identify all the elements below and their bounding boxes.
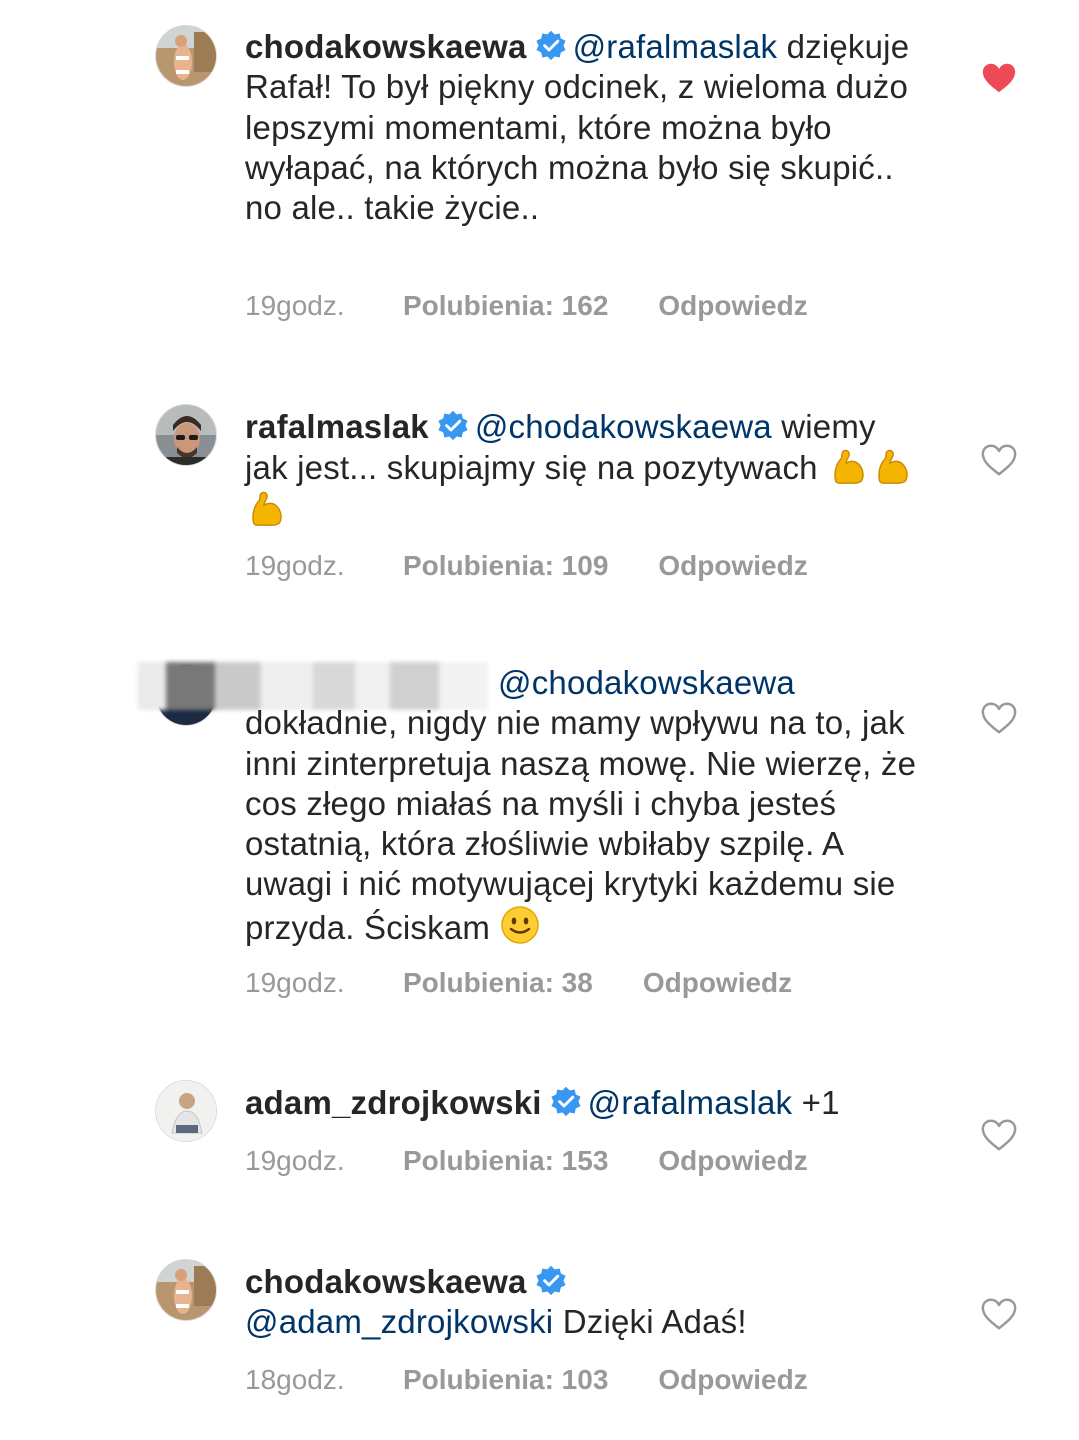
comment-time: 18godz. [245,1364,345,1395]
flexed-biceps-emoji [871,447,915,485]
avatar[interactable] [155,25,217,87]
avatar[interactable] [155,1259,217,1321]
comment-body: Dzięki Adaś! [562,1303,747,1341]
heart-filled-icon[interactable] [980,60,1018,96]
likes-count-button[interactable]: Polubienia: 109 [403,550,608,582]
likes-count-button[interactable]: Polubienia: 153 [403,1145,608,1177]
comment-time: 19godz. [245,290,345,321]
comment-meta: 19godz. Polubienia: 38 Odpowiedz [245,967,792,999]
comment-username[interactable]: chodakowskaewa [245,1263,527,1300]
verified-badge-icon [535,30,567,62]
heart-outline-icon[interactable] [980,1117,1018,1153]
comment-meta: 19godz. Polubienia: 162 Odpowiedz [245,290,808,322]
avatar[interactable] [155,1080,217,1142]
mention-link[interactable]: @adam_zdrojkowski [245,1303,553,1340]
verified-badge-icon [437,410,469,442]
comment-meta: 18godz. Polubienia: 103 Odpowiedz [245,1364,808,1396]
mention-link[interactable]: @rafalmaslak [588,1084,793,1121]
mention-link[interactable]: @chodakowskaewa [475,408,772,445]
verified-badge-icon [550,1086,582,1118]
flexed-biceps-emoji [827,447,871,485]
comment-body: +1 [801,1084,840,1121]
reply-button[interactable]: Odpowiedz [658,550,807,582]
heart-outline-icon[interactable] [980,442,1018,478]
comment-text: rafalmaslak @chodakowskaewa wiemy jak jes… [245,407,925,530]
comment-time: 19godz. [245,967,345,998]
comment-username[interactable]: adam_zdrojkowski [245,1084,542,1121]
comment-meta: 19godz. Polubienia: 153 Odpowiedz [245,1145,808,1177]
heart-outline-icon[interactable] [980,700,1018,736]
likes-count-button[interactable]: Polubienia: 162 [403,290,608,322]
flexed-biceps-emoji [245,489,289,527]
slightly-smiling-face-emoji [499,905,541,945]
avatar[interactable] [155,404,217,466]
likes-count-button[interactable]: Polubienia: 38 [403,967,593,999]
heart-outline-icon[interactable] [980,1296,1018,1332]
comment-time: 19godz. [245,1145,345,1176]
comment-username[interactable]: rafalmaslak [245,408,429,445]
comment-text: adam_zdrojkowski @rafalmaslak +1 [245,1083,925,1123]
mention-link[interactable]: @rafalmaslak [573,28,778,65]
comment-meta: 19godz. Polubienia: 109 Odpowiedz [245,550,808,582]
comment-time: 19godz. [245,550,345,581]
comment-body: dokładnie, nigdy nie mamy wpływu na to, … [245,704,917,946]
likes-count-button[interactable]: Polubienia: 103 [403,1364,608,1396]
comment-text: @chodakowskaewa dokładnie, nigdy nie mam… [245,663,925,948]
comment-text: chodakowskaewa @adam_zdrojkowski Dzięki … [245,1262,925,1343]
reply-button[interactable]: Odpowiedz [643,967,792,999]
mention-link[interactable]: @chodakowskaewa [498,664,795,701]
reply-button[interactable]: Odpowiedz [658,290,807,322]
comment-text: chodakowskaewa @rafalmaslak dziękuje Rafa… [245,27,925,228]
reply-button[interactable]: Odpowiedz [658,1364,807,1396]
reply-button[interactable]: Odpowiedz [658,1145,807,1177]
comment-username[interactable]: chodakowskaewa [245,28,527,65]
verified-badge-icon [535,1265,567,1297]
